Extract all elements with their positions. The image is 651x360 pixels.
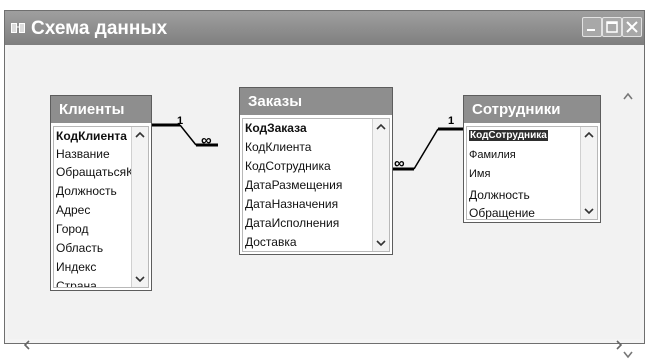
chevron-up-icon[interactable] xyxy=(135,131,145,139)
chevron-down-icon[interactable] xyxy=(584,207,594,215)
chevron-down-icon[interactable] xyxy=(135,275,145,283)
scroll-left-icon[interactable] xyxy=(22,340,32,350)
field-item[interactable]: Фамилия xyxy=(469,149,516,161)
chevron-up-icon[interactable] xyxy=(584,131,594,139)
field-item[interactable]: КодКлиента xyxy=(56,129,127,143)
field-item[interactable]: ОбращатьсяК xyxy=(56,165,133,179)
chevron-up-icon[interactable] xyxy=(376,123,386,131)
relation-many-marker: ∞ xyxy=(201,132,212,149)
maximize-button[interactable] xyxy=(602,17,622,37)
chevron-down-icon[interactable] xyxy=(376,239,386,247)
title-bar[interactable]: Схема данных xyxy=(5,11,644,45)
field-item[interactable]: ДатаНазначения xyxy=(245,197,338,211)
close-button[interactable] xyxy=(622,17,642,37)
canvas-horizontal-scrollbar[interactable] xyxy=(8,339,640,351)
field-item-selected[interactable]: КодСотрудника xyxy=(469,130,548,141)
field-item[interactable]: КодСотрудника xyxy=(245,159,331,173)
scroll-right-icon[interactable] xyxy=(614,340,624,350)
relationships-icon xyxy=(11,21,25,35)
field-item[interactable]: Адрес xyxy=(56,203,90,217)
field-list[interactable]: КодКлиента Название ОбращатьсяК Должност… xyxy=(53,126,149,288)
window-title: Схема данных xyxy=(31,18,168,39)
field-list-scrollbar[interactable] xyxy=(372,119,389,251)
table-title[interactable]: Клиенты xyxy=(51,96,151,123)
field-item[interactable]: Город xyxy=(56,222,88,236)
field-item[interactable]: Имя xyxy=(469,168,490,180)
field-list-scrollbar[interactable] xyxy=(580,127,597,219)
field-list[interactable]: КодСотрудника Фамилия Имя Должность Обра… xyxy=(466,126,598,220)
field-list-scrollbar[interactable] xyxy=(131,127,148,287)
field-item[interactable]: Индекс xyxy=(56,260,96,274)
relation-many-marker: ∞ xyxy=(394,155,405,172)
field-item[interactable]: КодЗаказа xyxy=(245,121,307,135)
field-item[interactable]: Доставка xyxy=(245,235,297,249)
table-clients[interactable]: Клиенты КодКлиента Название ОбращатьсяК … xyxy=(50,95,152,291)
field-item[interactable]: ДатаИсполнения xyxy=(245,216,339,230)
field-item[interactable]: Обращение xyxy=(469,206,535,219)
table-orders[interactable]: Заказы КодЗаказа КодКлиента КодСотрудник… xyxy=(239,87,393,255)
relation-one-marker: 1 xyxy=(177,115,184,127)
schema-canvas[interactable]: 1 ∞ 1 ∞ Клиенты КодКлиента Название Обра… xyxy=(8,45,640,359)
field-item[interactable]: КодКлиента xyxy=(245,140,311,154)
canvas-scroll-down-icon[interactable] xyxy=(622,350,634,360)
field-item[interactable]: Должность xyxy=(469,188,530,202)
field-item[interactable]: Страна xyxy=(56,279,97,287)
data-schema-window: Схема данных 1 ∞ 1 ∞ Клиенты КодКлиента … xyxy=(4,10,645,359)
canvas-scroll-up-icon[interactable] xyxy=(622,91,634,101)
field-item[interactable]: Название xyxy=(56,147,110,161)
minimize-button[interactable] xyxy=(582,17,602,37)
field-item[interactable]: ДатаРазмещения xyxy=(245,178,342,192)
table-employees[interactable]: Сотрудники КодСотрудника Фамилия Имя Дол… xyxy=(463,95,601,223)
relation-one-marker: 1 xyxy=(448,115,455,127)
table-title[interactable]: Сотрудники xyxy=(464,96,600,123)
field-item[interactable]: Должность xyxy=(56,184,117,198)
field-item[interactable]: Область xyxy=(56,241,103,255)
field-list[interactable]: КодЗаказа КодКлиента КодСотрудника ДатаР… xyxy=(242,118,390,252)
table-title[interactable]: Заказы xyxy=(240,88,392,115)
